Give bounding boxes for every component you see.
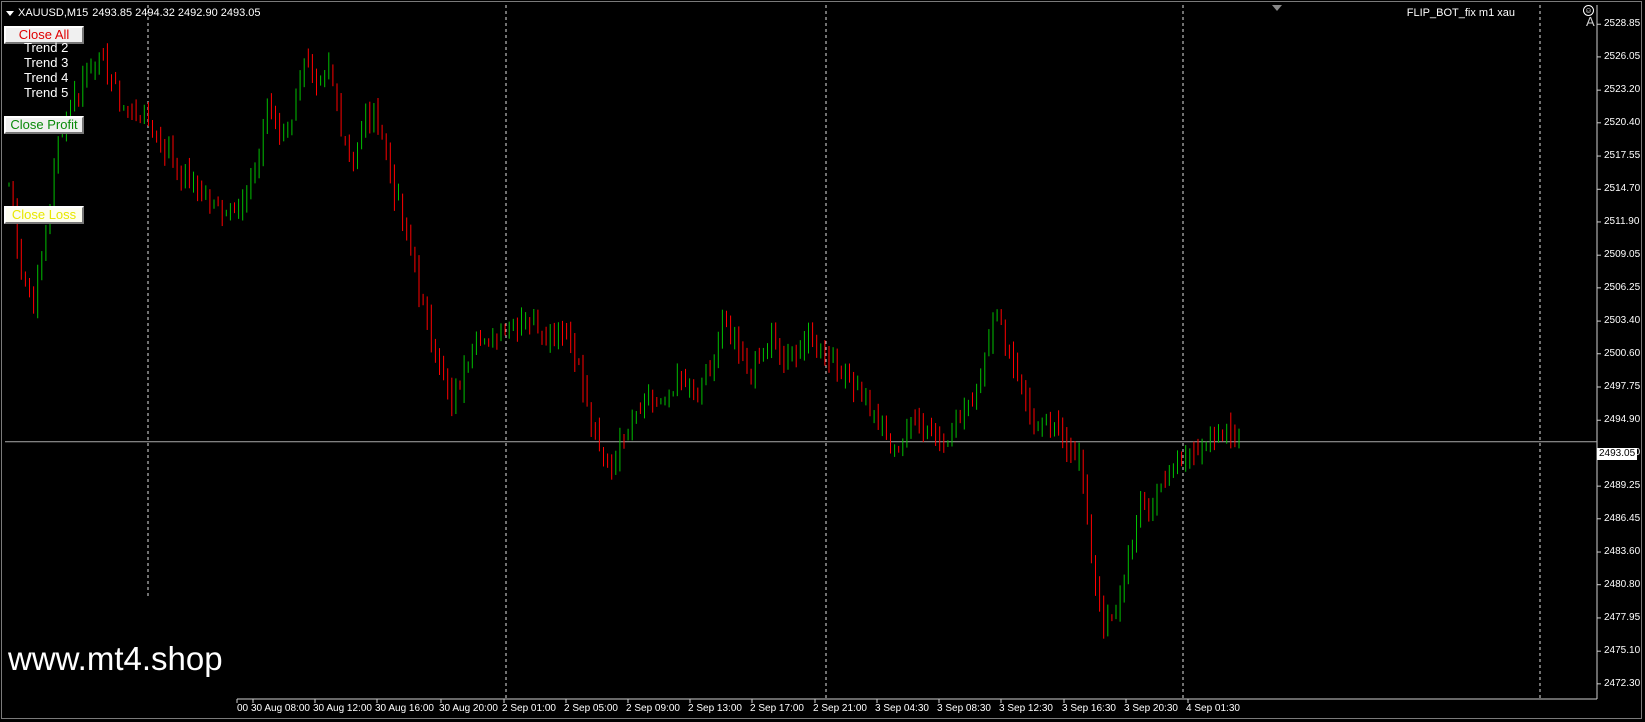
time-tick-label: 30 Aug 08:00 bbox=[251, 703, 310, 714]
price-tick-label: 2475.10 bbox=[1604, 645, 1641, 657]
time-tick-label: 4 Sep 01:30 bbox=[1186, 703, 1240, 714]
time-tick-label: 2 Sep 17:00 bbox=[750, 703, 804, 714]
price-tick-label: 2528.85 bbox=[1604, 18, 1641, 30]
price-tick-label: 2477.95 bbox=[1604, 611, 1641, 623]
close-profit-button[interactable]: Close Profit bbox=[4, 116, 84, 134]
time-tick-label: 2 Sep 09:00 bbox=[626, 703, 680, 714]
price-tick-label: 2472.30 bbox=[1604, 677, 1641, 689]
price-chart[interactable] bbox=[0, 0, 1645, 722]
trend-label-4: Trend 4 bbox=[24, 70, 69, 85]
price-tick-label: 2497.75 bbox=[1604, 380, 1641, 392]
time-tick-label: 3 Sep 12:30 bbox=[999, 703, 1053, 714]
price-tick-label: 2517.55 bbox=[1604, 150, 1641, 162]
current-price-tag: 2493.05 bbox=[1597, 448, 1638, 460]
trend-label-3: Trend 3 bbox=[24, 55, 69, 70]
close-loss-button[interactable]: Close Loss bbox=[4, 206, 84, 224]
chart-window[interactable]: XAUUSD,M15 2493.85 2494.32 2492.90 2493.… bbox=[0, 0, 1645, 722]
time-tick-label: 2 Sep 21:00 bbox=[813, 703, 867, 714]
price-tick-label: 2486.45 bbox=[1604, 512, 1641, 524]
price-tick-label: 2503.40 bbox=[1604, 315, 1641, 327]
dropdown-triangle-icon[interactable] bbox=[6, 10, 14, 16]
price-tick-label: 2523.20 bbox=[1604, 84, 1641, 96]
price-tick-label: 2494.90 bbox=[1604, 414, 1641, 426]
time-tick-label: 3 Sep 08:30 bbox=[937, 703, 991, 714]
watermark-text: www.mt4.shop bbox=[8, 640, 223, 677]
time-tick-label: 2 Sep 05:00 bbox=[564, 703, 618, 714]
time-tick-label: 3 Sep 04:30 bbox=[875, 703, 929, 714]
time-tick-label: 30 Aug 20:00 bbox=[439, 703, 498, 714]
price-tick-label: 2489.25 bbox=[1604, 480, 1641, 492]
trend-label-5: Trend 5 bbox=[24, 85, 69, 100]
shift-marker-icon[interactable] bbox=[1272, 5, 1282, 11]
price-tick-label: 2483.60 bbox=[1604, 546, 1641, 558]
trend-label-2: Trend 2 bbox=[24, 40, 69, 55]
symbol-timeframe: XAUUSD,M15 bbox=[18, 7, 89, 19]
time-tick-label: 3 Sep 16:30 bbox=[1062, 703, 1116, 714]
expert-advisor-name: FLIP_BOT_fix m1 xau bbox=[1406, 7, 1515, 19]
time-tick-label: 30 Aug 12:00 bbox=[313, 703, 372, 714]
ohlc-values: 2493.85 2494.32 2492.90 2493.05 bbox=[92, 7, 261, 19]
time-tick-label: 2 Sep 01:00 bbox=[502, 703, 556, 714]
time-tick-label: 30 Aug 16:00 bbox=[375, 703, 434, 714]
price-tick-label: 2514.70 bbox=[1604, 183, 1641, 195]
price-tick-label: 2500.60 bbox=[1604, 347, 1641, 359]
price-tick-label: 2520.40 bbox=[1604, 116, 1641, 128]
price-tick-label: 2509.05 bbox=[1604, 249, 1641, 261]
price-tick-label: 2480.80 bbox=[1604, 578, 1641, 590]
time-tick-label: 2 Sep 13:00 bbox=[688, 703, 742, 714]
time-tick-label: 3 Sep 20:30 bbox=[1124, 703, 1178, 714]
price-tick-label: 2526.05 bbox=[1604, 50, 1641, 62]
autoscroll-indicator: A bbox=[1586, 14, 1595, 29]
price-tick-label: 2511.90 bbox=[1604, 215, 1640, 227]
symbol-header: XAUUSD,M15 2493.85 2494.32 2492.90 2493.… bbox=[6, 7, 261, 19]
time-tick-label: 00 bbox=[237, 703, 249, 714]
price-tick-label: 2506.25 bbox=[1604, 281, 1641, 293]
